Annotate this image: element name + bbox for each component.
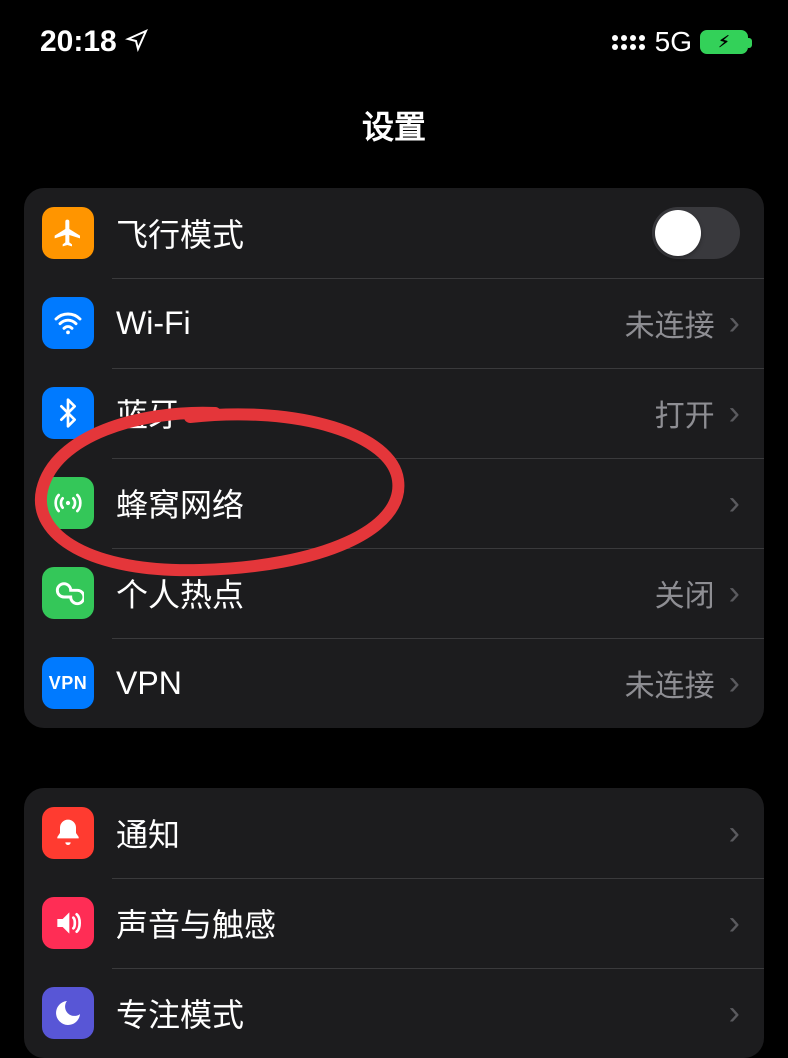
- row-wifi[interactable]: Wi-Fi 未连接 ›: [24, 278, 764, 368]
- status-right: 5G ⚡︎: [612, 26, 748, 58]
- battery-icon: ⚡︎: [700, 30, 748, 54]
- chevron-icon: ›: [729, 814, 740, 853]
- hotspot-label: 个人热点: [116, 570, 655, 616]
- bell-icon: [42, 807, 94, 859]
- chevron-icon: ›: [729, 484, 740, 523]
- vpn-value: 未连接: [625, 661, 715, 705]
- cellular-icon: [42, 477, 94, 529]
- row-vpn[interactable]: VPN VPN 未连接 ›: [24, 638, 764, 728]
- chevron-icon: ›: [729, 664, 740, 703]
- speaker-icon: [42, 897, 94, 949]
- location-icon: [125, 28, 149, 57]
- status-left: 20:18: [40, 25, 149, 59]
- cellular-label: 蜂窝网络: [116, 480, 715, 526]
- wifi-value: 未连接: [625, 301, 715, 345]
- focus-label: 专注模式: [116, 990, 715, 1036]
- row-focus[interactable]: 专注模式 ›: [24, 968, 764, 1058]
- wifi-label: Wi-Fi: [116, 305, 625, 342]
- row-bluetooth[interactable]: 蓝牙 打开 ›: [24, 368, 764, 458]
- bluetooth-icon: [42, 387, 94, 439]
- bluetooth-label: 蓝牙: [116, 390, 655, 436]
- chevron-icon: ›: [729, 994, 740, 1033]
- chevron-icon: ›: [729, 574, 740, 613]
- settings-group-connectivity: 飞行模式 Wi-Fi 未连接 › 蓝牙 打开 ›: [24, 188, 764, 728]
- settings-group-system: 通知 › 声音与触感 › 专注模式 ›: [24, 788, 764, 1058]
- airplane-label: 飞行模式: [116, 210, 652, 256]
- row-hotspot[interactable]: 个人热点 关闭 ›: [24, 548, 764, 638]
- moon-icon: [42, 987, 94, 1039]
- chevron-icon: ›: [729, 304, 740, 343]
- row-airplane-mode[interactable]: 飞行模式: [24, 188, 764, 278]
- row-notifications[interactable]: 通知 ›: [24, 788, 764, 878]
- notifications-label: 通知: [116, 810, 715, 856]
- signal-icon: [612, 35, 645, 50]
- hotspot-icon: [42, 567, 94, 619]
- bluetooth-value: 打开: [655, 391, 715, 435]
- hotspot-value: 关闭: [655, 571, 715, 615]
- airplane-toggle[interactable]: [652, 207, 740, 259]
- row-sounds[interactable]: 声音与触感 ›: [24, 878, 764, 968]
- vpn-label: VPN: [116, 665, 625, 702]
- sounds-label: 声音与触感: [116, 900, 715, 946]
- status-bar: 20:18 5G ⚡︎: [0, 0, 788, 70]
- chevron-icon: ›: [729, 904, 740, 943]
- network-label: 5G: [655, 26, 692, 58]
- wifi-icon: [42, 297, 94, 349]
- page-title: 设置: [0, 70, 788, 188]
- row-cellular[interactable]: 蜂窝网络 ›: [24, 458, 764, 548]
- airplane-icon: [42, 207, 94, 259]
- chevron-icon: ›: [729, 394, 740, 433]
- vpn-icon: VPN: [42, 657, 94, 709]
- status-time: 20:18: [40, 25, 117, 59]
